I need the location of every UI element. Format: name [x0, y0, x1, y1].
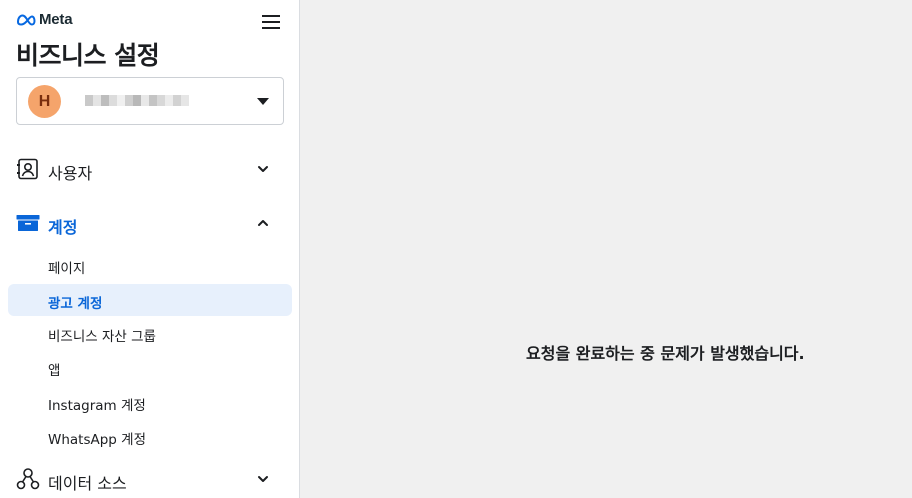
chevron-down-icon	[258, 476, 268, 482]
sidebar-item-business-asset-groups[interactable]: 비즈니스 자산 그룹	[8, 317, 292, 349]
sidebar-item-label: 비즈니스 자산 그룹	[48, 329, 156, 345]
sidebar-item-label: 앱	[48, 363, 61, 379]
sidebar-section-users[interactable]: 사용자	[0, 152, 300, 188]
sidebar-section-data-sources[interactable]: 데이터 소스	[0, 462, 300, 498]
business-account-selector[interactable]: H	[16, 77, 284, 125]
hamburger-menu-button[interactable]	[261, 13, 283, 33]
sidebar-item-instagram-accounts[interactable]: Instagram 계정	[8, 386, 292, 418]
business-settings-app: Meta 비즈니스 설정 H 사용자 계정 페이지 광고 계정 비즈니스 자산 …	[0, 0, 912, 498]
chevron-down-icon	[258, 166, 268, 172]
sidebar: Meta 비즈니스 설정 H 사용자 계정 페이지 광고 계정 비즈니스 자산 …	[0, 0, 300, 498]
sidebar-item-label: WhatsApp 계정	[48, 432, 147, 448]
sidebar-section-label: 계정	[48, 218, 78, 237]
avatar: H	[28, 85, 61, 118]
sidebar-item-label: 광고 계정	[48, 296, 103, 312]
sidebar-item-ad-accounts[interactable]: 광고 계정	[8, 284, 292, 316]
meta-wordmark: Meta	[39, 11, 73, 28]
error-message: 요청을 완료하는 중 문제가 발생했습니다.	[526, 344, 805, 363]
archive-box-icon	[16, 215, 40, 231]
sidebar-section-accounts[interactable]: 계정	[0, 206, 300, 242]
redacted-business-name	[85, 95, 189, 106]
data-sources-icon	[16, 468, 40, 490]
avatar-initial: H	[38, 92, 51, 110]
sidebar-section-label: 사용자	[48, 164, 93, 183]
sidebar-section-label: 데이터 소스	[48, 474, 127, 493]
sidebar-item-label: Instagram 계정	[48, 398, 146, 414]
page-title: 비즈니스 설정	[16, 41, 160, 70]
caret-down-icon	[257, 98, 269, 105]
sidebar-item-label: 페이지	[48, 261, 86, 277]
user-card-icon	[17, 158, 38, 180]
sidebar-item-pages[interactable]: 페이지	[8, 249, 292, 281]
main-content: 요청을 완료하는 중 문제가 발생했습니다.	[300, 0, 912, 498]
sidebar-item-apps[interactable]: 앱	[8, 351, 292, 383]
meta-infinity-icon	[17, 14, 36, 25]
meta-logo[interactable]: Meta	[16, 11, 73, 28]
chevron-up-icon	[258, 220, 268, 226]
sidebar-item-whatsapp-accounts[interactable]: WhatsApp 계정	[8, 420, 292, 452]
hamburger-menu-icon	[262, 15, 280, 29]
